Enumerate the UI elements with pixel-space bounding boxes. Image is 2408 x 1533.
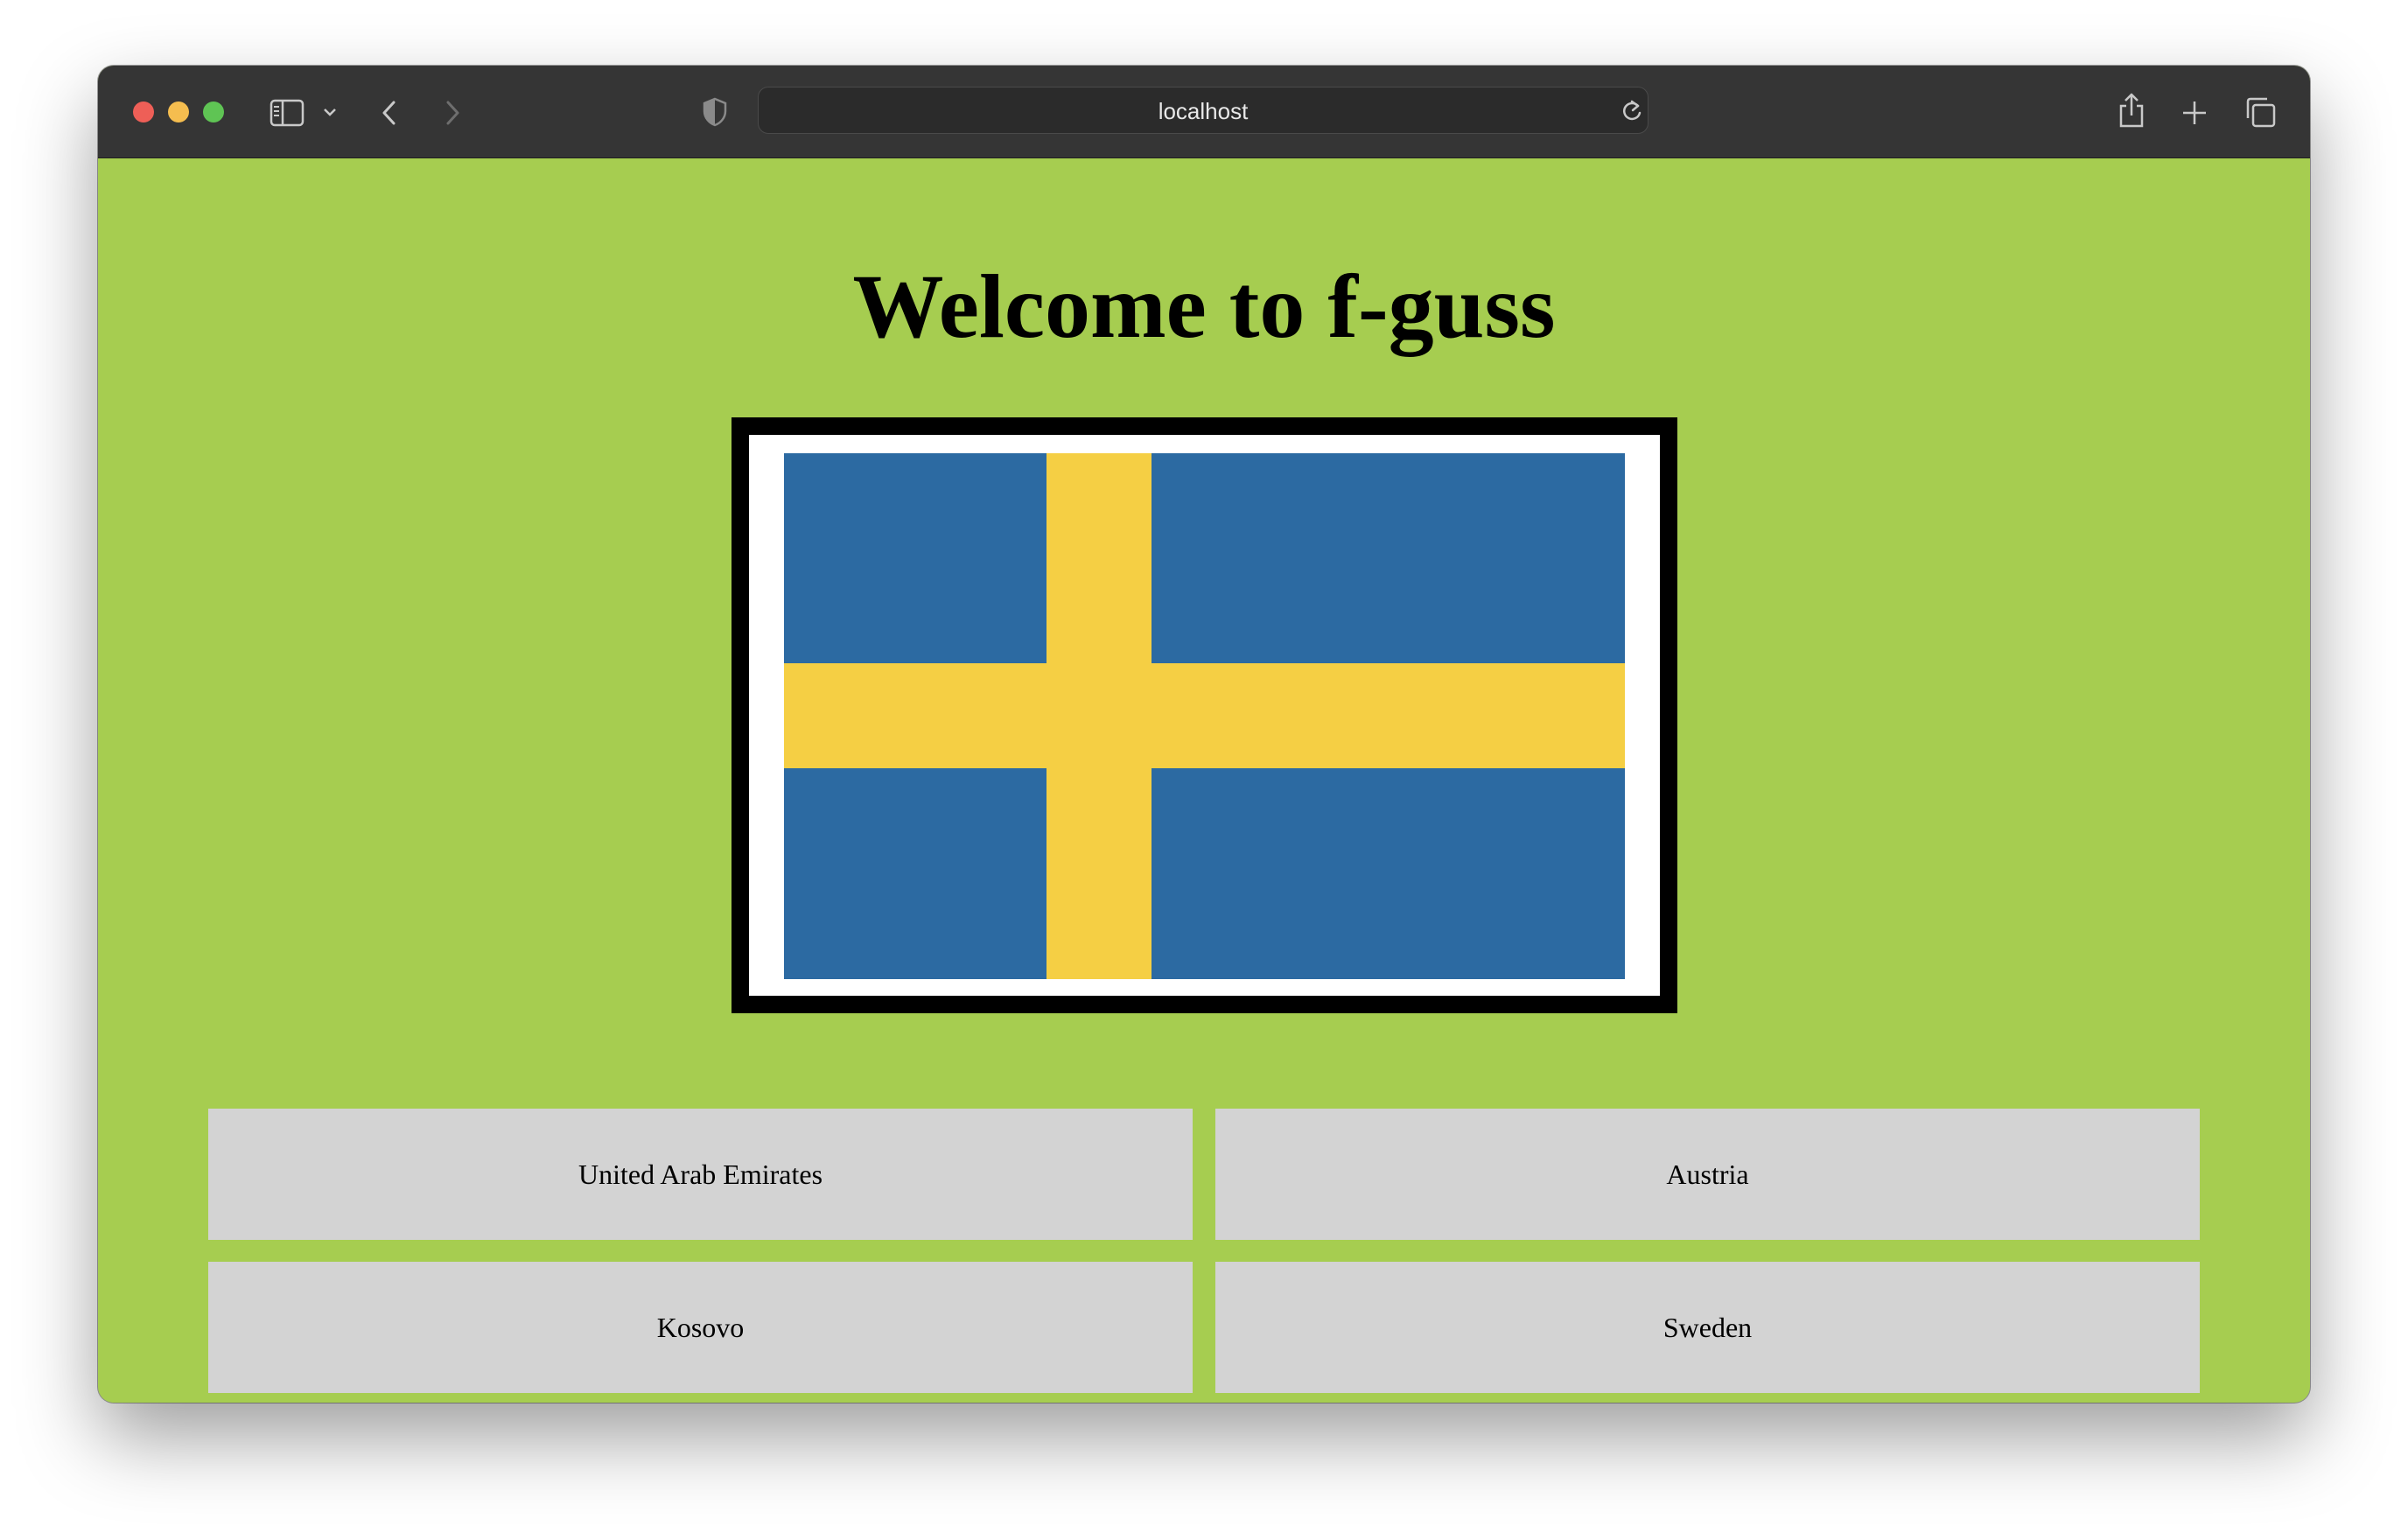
zoom-window-button[interactable] xyxy=(203,102,224,122)
minimize-window-button[interactable] xyxy=(168,102,189,122)
sweden-flag-image xyxy=(784,453,1625,979)
flag-frame xyxy=(732,417,1677,1013)
answer-option-button[interactable]: Austria xyxy=(1215,1109,2200,1240)
forward-arrow-icon[interactable] xyxy=(443,99,462,127)
chevron-down-icon[interactable] xyxy=(323,107,337,117)
share-icon[interactable] xyxy=(2118,92,2146,129)
answer-option-button[interactable]: Sweden xyxy=(1215,1262,2200,1393)
address-bar[interactable]: localhost xyxy=(758,87,1648,134)
browser-toolbar: localhost xyxy=(98,66,2310,158)
tabs-overview-icon[interactable] xyxy=(2244,95,2277,129)
close-window-button[interactable] xyxy=(133,102,154,122)
page-title: Welcome to f-guss xyxy=(852,256,1556,357)
url-text: localhost xyxy=(1158,98,1249,124)
answer-option-button[interactable]: United Arab Emirates xyxy=(208,1109,1193,1240)
plus-icon[interactable] xyxy=(2180,99,2208,127)
back-arrow-icon[interactable] xyxy=(380,99,399,127)
answer-option-button[interactable]: Kosovo xyxy=(208,1262,1193,1393)
flag-mat xyxy=(749,435,1660,996)
sidebar-icon[interactable] xyxy=(270,99,304,127)
page-content: Welcome to f-guss United Arab Emirates A… xyxy=(98,158,2310,1403)
reload-icon[interactable] xyxy=(1620,99,1643,123)
browser-window: localhost Welcome to f-guss United Arab … xyxy=(98,66,2310,1403)
shield-icon[interactable] xyxy=(702,97,728,127)
